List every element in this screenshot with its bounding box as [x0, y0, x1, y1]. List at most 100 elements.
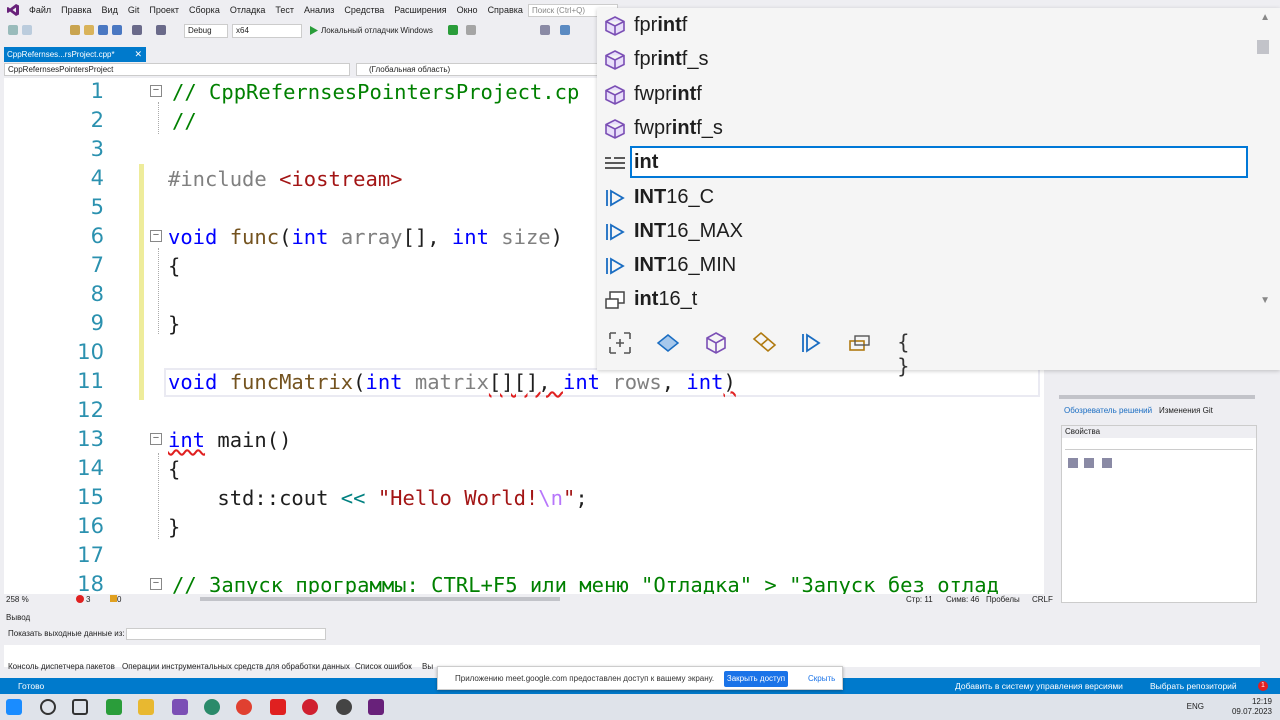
back-icon[interactable]	[8, 25, 18, 35]
project-dropdown[interactable]: CppRefernsesPointersProject	[4, 63, 350, 76]
menu-test[interactable]: Тест	[270, 5, 299, 15]
undo-icon[interactable]	[132, 25, 142, 35]
horizontal-scrollbar[interactable]	[200, 597, 560, 601]
visual-studio-icon[interactable]	[172, 699, 188, 715]
filter-macro-icon[interactable]	[799, 330, 825, 356]
clock[interactable]: 12:19 09.07.2023	[1232, 697, 1272, 717]
toolbar-tool-icon[interactable]	[540, 25, 550, 35]
notification-badge[interactable]: 1	[1258, 681, 1268, 691]
toolbar-misc-icon[interactable]	[466, 25, 476, 35]
collapse-icon[interactable]: −	[150, 85, 162, 97]
tab-solution-explorer[interactable]: Обозреватель решений	[1064, 406, 1152, 415]
language-indicator[interactable]: ENG	[1187, 702, 1204, 711]
tab-cpp-file[interactable]: CppRefernses...rsProject.cpp* ✕	[4, 47, 146, 62]
properties-object-select[interactable]	[1065, 440, 1253, 450]
suggestion-item[interactable]: int	[597, 146, 1257, 180]
chrome-icon[interactable]	[236, 699, 252, 715]
obs-icon[interactable]	[336, 699, 352, 715]
error-count[interactable]: 3	[86, 595, 90, 604]
filter-namespace-icon[interactable]: { }	[897, 330, 923, 378]
yandex-browser-icon[interactable]	[302, 699, 318, 715]
scroll-up-icon[interactable]: ▲	[1260, 12, 1270, 23]
suggestion-item[interactable]: fprintf	[597, 9, 1257, 43]
toolbar-tool2-icon[interactable]	[560, 25, 570, 35]
zoom-level[interactable]: 258 %	[6, 595, 29, 604]
start-icon[interactable]	[6, 699, 22, 715]
filter-snippet-icon[interactable]	[607, 330, 633, 356]
play-icon[interactable]	[310, 26, 318, 35]
hide-button[interactable]: Скрыть	[808, 674, 835, 683]
filter-function-icon[interactable]	[703, 330, 729, 356]
suggestion-item[interactable]: INT16_MIN	[597, 249, 1257, 283]
scope-dropdown[interactable]: (Глобальная область)	[356, 63, 600, 76]
close-icon[interactable]: ✕	[134, 47, 142, 62]
panel-scrollbar[interactable]	[1059, 395, 1255, 399]
property-pages-icon[interactable]	[1102, 458, 1112, 468]
popup-scrollbar-thumb[interactable]	[1257, 40, 1269, 54]
menu-project[interactable]: Проект	[144, 5, 184, 15]
code-line: 12	[4, 397, 1044, 426]
platform-select[interactable]: x64	[232, 24, 302, 38]
add-to-source-control-button[interactable]: Добавить в систему управления версиями	[955, 681, 1123, 691]
suggestion-item[interactable]: fwprintf	[597, 78, 1257, 112]
yandex-icon[interactable]	[270, 699, 286, 715]
whitespace-indicator[interactable]: Пробелы	[986, 595, 1020, 604]
menu-tools[interactable]: Средства	[339, 5, 389, 15]
alphabetical-icon[interactable]	[1084, 458, 1094, 468]
eol-indicator[interactable]: CRLF	[1032, 595, 1053, 604]
search-icon[interactable]	[40, 699, 56, 715]
store-icon[interactable]	[106, 699, 122, 715]
start-without-debug-icon[interactable]	[448, 25, 458, 35]
filter-class-icon[interactable]	[655, 330, 681, 356]
forward-icon[interactable]	[22, 25, 32, 35]
app-icon[interactable]	[204, 699, 220, 715]
menu-extensions[interactable]: Расширения	[389, 5, 451, 15]
tab-git-changes[interactable]: Изменения Git	[1159, 406, 1213, 415]
categorized-icon[interactable]	[1068, 458, 1078, 468]
menu-analyze[interactable]: Анализ	[299, 5, 339, 15]
file-explorer-icon[interactable]	[138, 699, 154, 715]
collapse-icon[interactable]: −	[150, 433, 162, 445]
filter-typedef-icon[interactable]	[847, 330, 873, 356]
menu-file[interactable]: Файл	[24, 5, 56, 15]
suggestion-item[interactable]: fprintf_s	[597, 43, 1257, 77]
tab-package-manager[interactable]: Консоль диспетчера пакетов	[8, 662, 115, 671]
menu-view[interactable]: Вид	[97, 5, 123, 15]
suggestion-item[interactable]: fwprintf_s	[597, 112, 1257, 146]
param-name: rows	[612, 370, 662, 394]
select-repository-button[interactable]: Выбрать репозиторий	[1150, 681, 1237, 691]
tab-data-tools[interactable]: Операции инструментальных средств для об…	[122, 662, 350, 671]
menu-debug[interactable]: Отладка	[225, 5, 271, 15]
save-all-icon[interactable]	[112, 25, 122, 35]
suggestion-item[interactable]: INT16_MAX	[597, 215, 1257, 249]
filter-field-icon[interactable]	[751, 330, 777, 356]
save-icon[interactable]	[98, 25, 108, 35]
output-source-select[interactable]	[126, 628, 326, 640]
code-line: 15 std::cout << "Hello World!\n";	[4, 484, 1044, 513]
warning-count[interactable]: 0	[117, 595, 121, 604]
collapse-icon[interactable]: −	[150, 578, 162, 590]
status-ready: Готово	[18, 681, 45, 691]
menu-git[interactable]: Git	[123, 5, 145, 15]
scroll-down-icon[interactable]: ▼	[1260, 295, 1270, 306]
menu-window[interactable]: Окно	[452, 5, 483, 15]
code-line: 14 {	[4, 455, 1044, 484]
suggestion-item[interactable]: INT16_C	[597, 181, 1257, 215]
config-select[interactable]: Debug	[184, 24, 228, 38]
menu-help[interactable]: Справка	[483, 5, 528, 15]
tab-output[interactable]: Вы	[422, 662, 433, 671]
task-view-icon[interactable]	[72, 699, 88, 715]
new-file-icon[interactable]	[70, 25, 80, 35]
menu-edit[interactable]: Правка	[56, 5, 96, 15]
keyword: int	[686, 370, 724, 394]
suggestion-item[interactable]: int16_t	[597, 283, 1257, 317]
visual-studio-active-icon[interactable]	[368, 699, 384, 715]
tab-error-list[interactable]: Список ошибок	[355, 662, 412, 671]
open-folder-icon[interactable]	[84, 25, 94, 35]
stop-sharing-button[interactable]: Закрыть доступ	[724, 671, 788, 687]
redo-icon[interactable]	[156, 25, 166, 35]
menu-build[interactable]: Сборка	[184, 5, 225, 15]
run-debugger-button[interactable]: Локальный отладчик Windows	[321, 26, 433, 35]
collapse-icon[interactable]: −	[150, 230, 162, 242]
